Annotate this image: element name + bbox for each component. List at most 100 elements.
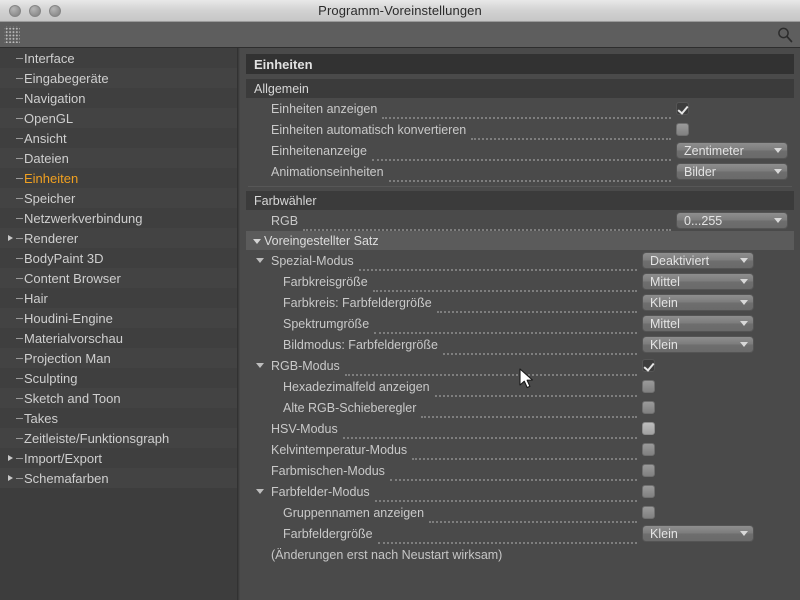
setting-control bbox=[642, 506, 794, 519]
toolbar bbox=[0, 22, 800, 48]
setting-label: HSV-Modus bbox=[271, 421, 338, 436]
sidebar-item-import-export[interactable]: Import/Export bbox=[0, 448, 237, 468]
checkbox-farbfelder-modus[interactable] bbox=[642, 485, 655, 498]
setting-label: Einheiten anzeigen bbox=[271, 101, 378, 116]
setting-label: Hexadezimalfeld anzeigen bbox=[283, 379, 430, 394]
sidebar-item-label: Projection Man bbox=[24, 350, 111, 366]
checkbox-gruppennamen-anzeigen[interactable] bbox=[642, 506, 655, 519]
setting-control bbox=[676, 123, 794, 136]
dropdown-value: Klein bbox=[650, 337, 678, 352]
chevron-down-icon[interactable] bbox=[256, 363, 264, 368]
dropdown-value: Mittel bbox=[650, 274, 680, 289]
setting-control bbox=[642, 485, 794, 498]
checkbox-rgb-modus[interactable] bbox=[642, 359, 655, 372]
chevron-right-icon[interactable] bbox=[8, 475, 13, 481]
tree-dash bbox=[16, 238, 23, 239]
dropdown-bildmodus-farbfeldergrosse[interactable]: Klein bbox=[642, 336, 754, 353]
sidebar-item-einheiten[interactable]: Einheiten bbox=[0, 168, 237, 188]
sidebar-item-hair[interactable]: Hair bbox=[0, 288, 237, 308]
dotted-leader bbox=[436, 299, 637, 313]
chevron-right-icon[interactable] bbox=[8, 235, 13, 241]
search-icon[interactable] bbox=[776, 26, 794, 44]
tree-dash bbox=[16, 478, 23, 479]
checkbox-kelvintemperatur-modus[interactable] bbox=[642, 443, 655, 456]
dropdown-value: Deaktiviert bbox=[650, 253, 710, 268]
section-header-farbwaehler: Farbwähler bbox=[246, 191, 794, 210]
dropdown-spezial-modus[interactable]: Deaktiviert bbox=[642, 252, 754, 269]
setting-row-rgb: RGB 0...255 bbox=[246, 210, 794, 231]
dotted-leader bbox=[434, 383, 637, 397]
dotted-leader bbox=[412, 446, 637, 460]
sidebar-item-houdini-engine[interactable]: Houdini-Engine bbox=[0, 308, 237, 328]
dropdown-spektrumgrosse[interactable]: Mittel bbox=[642, 315, 754, 332]
setting-label: Einheitenanzeige bbox=[271, 143, 367, 158]
sidebar-item-label: BodyPaint 3D bbox=[24, 250, 104, 266]
tree-dash bbox=[16, 458, 23, 459]
dropdown-farbkreis-farbfeldergrosse[interactable]: Klein bbox=[642, 294, 754, 311]
sidebar-item-zeitleiste-funktionsgraph[interactable]: Zeitleiste/Funktionsgraph bbox=[0, 428, 237, 448]
dropdown-animationseinheiten[interactable]: Bilder bbox=[676, 163, 788, 180]
sidebar-item-ansicht[interactable]: Ansicht bbox=[0, 128, 237, 148]
setting-control bbox=[642, 422, 794, 435]
dropdown-value: Zentimeter bbox=[684, 143, 744, 158]
checkbox-einheiten-automatisch-konvertieren[interactable] bbox=[676, 123, 689, 136]
sidebar-item-label: Content Browser bbox=[24, 270, 121, 286]
sidebar-list: Interface Eingabegeräte Navigation OpenGL An… bbox=[0, 48, 237, 488]
chevron-down-icon bbox=[740, 258, 748, 263]
checkbox-farbmischen-modus[interactable] bbox=[642, 464, 655, 477]
sidebar-item-content-browser[interactable]: Content Browser bbox=[0, 268, 237, 288]
tree-dash bbox=[16, 298, 23, 299]
minimize-button[interactable] bbox=[29, 4, 41, 17]
tree-dash bbox=[16, 218, 23, 219]
checkbox-hexadezimalfeld-anzeigen[interactable] bbox=[642, 380, 655, 393]
sidebar-item-speicher[interactable]: Speicher bbox=[0, 188, 237, 208]
dropdown-einheitenanzeige[interactable]: Zentimeter bbox=[676, 142, 788, 159]
sidebar-item-sculpting[interactable]: Sculpting bbox=[0, 368, 237, 388]
chevron-right-icon[interactable] bbox=[8, 455, 13, 461]
tree-dash bbox=[16, 398, 23, 399]
zoom-button[interactable] bbox=[49, 4, 61, 17]
sidebar-item-takes[interactable]: Takes bbox=[0, 408, 237, 428]
sidebar-item-dateien[interactable]: Dateien bbox=[0, 148, 237, 168]
checkbox-einheiten-anzeigen[interactable] bbox=[676, 102, 689, 115]
dropdown-rgb[interactable]: 0...255 bbox=[676, 212, 788, 229]
sidebar-item-label: Netzwerkverbindung bbox=[24, 210, 143, 226]
sidebar-item-label: Interface bbox=[24, 50, 75, 66]
dropdown-farbfeldergrosse[interactable]: Klein bbox=[642, 525, 754, 542]
setting-control: Klein bbox=[642, 294, 794, 311]
tree-dash bbox=[16, 98, 23, 99]
sidebar-item-label: Navigation bbox=[24, 90, 86, 106]
setting-row-farbfeldergrosse: Farbfeldergröße Klein bbox=[246, 523, 794, 544]
setting-label: Spezial-Modus bbox=[271, 253, 354, 268]
sidebar-item-renderer[interactable]: Renderer bbox=[0, 228, 237, 248]
chevron-down-icon[interactable] bbox=[256, 258, 264, 263]
dropdown-farbkreisgrosse[interactable]: Mittel bbox=[642, 273, 754, 290]
dotted-leader bbox=[471, 126, 671, 140]
group-header-voreingestellter-satz[interactable]: Voreingestellter Satz bbox=[246, 231, 794, 250]
sidebar-item-eingabeger-te[interactable]: Eingabegeräte bbox=[0, 68, 237, 88]
section-header-allgemein: Allgemein bbox=[246, 79, 794, 98]
sidebar-item-materialvorschau[interactable]: Materialvorschau bbox=[0, 328, 237, 348]
tree-dash bbox=[16, 158, 23, 159]
setting-row-gruppennamen-anzeigen: Gruppennamen anzeigen bbox=[246, 502, 794, 523]
tree-dash bbox=[16, 438, 23, 439]
setting-row-bildmodus-farbfeldergrosse: Bildmodus: Farbfeldergröße Klein bbox=[246, 334, 794, 355]
sidebar-item-navigation[interactable]: Navigation bbox=[0, 88, 237, 108]
chevron-down-icon[interactable] bbox=[256, 489, 264, 494]
close-button[interactable] bbox=[9, 4, 21, 17]
drag-grip-icon[interactable] bbox=[4, 26, 20, 43]
sidebar-item-interface[interactable]: Interface bbox=[0, 48, 237, 68]
sidebar-item-sketch-and-toon[interactable]: Sketch and Toon bbox=[0, 388, 237, 408]
checkbox-hsv-modus[interactable] bbox=[642, 422, 655, 435]
setting-row-hexadezimalfeld-anzeigen: Hexadezimalfeld anzeigen bbox=[246, 376, 794, 397]
setting-label: Farbmischen-Modus bbox=[271, 463, 385, 478]
sidebar-item-bodypaint-3d[interactable]: BodyPaint 3D bbox=[0, 248, 237, 268]
setting-control: Zentimeter bbox=[676, 142, 794, 159]
sidebar-item-schemafarben[interactable]: Schemafarben bbox=[0, 468, 237, 488]
sidebar-item-netzwerkverbindung[interactable]: Netzwerkverbindung bbox=[0, 208, 237, 228]
checkbox-alte-rgb-schieberegler[interactable] bbox=[642, 401, 655, 414]
sidebar-item-projection-man[interactable]: Projection Man bbox=[0, 348, 237, 368]
sidebar-item-opengl[interactable]: OpenGL bbox=[0, 108, 237, 128]
tree-dash bbox=[16, 198, 23, 199]
sidebar-item-label: Zeitleiste/Funktionsgraph bbox=[24, 430, 170, 446]
